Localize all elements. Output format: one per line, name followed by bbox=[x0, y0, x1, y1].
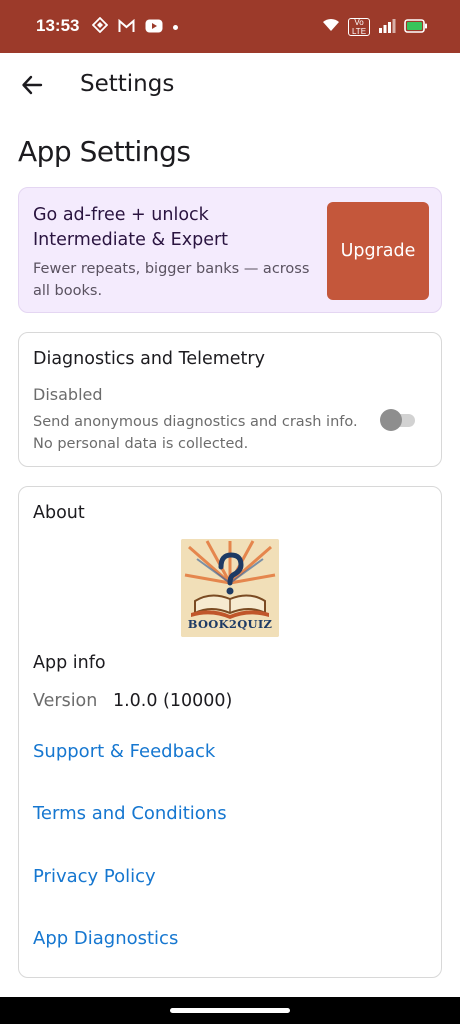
about-card: About BOOK2QUIZ App info Version 1.0.0 (… bbox=[18, 486, 442, 978]
dropbox-like-icon bbox=[91, 16, 109, 37]
app-bar: Settings bbox=[0, 53, 460, 119]
upgrade-card: Go ad-free + unlock Intermediate & Exper… bbox=[18, 187, 442, 313]
telemetry-status: Disabled bbox=[33, 385, 103, 404]
telemetry-card: Diagnostics and Telemetry Disabled Send … bbox=[18, 332, 442, 467]
app-bar-title: Settings bbox=[80, 71, 175, 97]
about-title: About bbox=[33, 503, 85, 523]
upgrade-subtext: Fewer repeats, bigger banks — across all… bbox=[33, 261, 310, 299]
version-label: Version bbox=[33, 691, 98, 711]
dot-icon bbox=[173, 24, 178, 30]
upgrade-headline: Go ad-free + unlock Intermediate & Exper… bbox=[33, 205, 229, 250]
home-indicator[interactable] bbox=[170, 1008, 290, 1013]
gesture-bar bbox=[0, 997, 460, 1024]
version-value: 1.0.0 (10000) bbox=[112, 691, 233, 711]
telemetry-toggle[interactable] bbox=[379, 409, 417, 431]
terms-link[interactable]: Terms and Conditions bbox=[33, 803, 227, 824]
upgrade-button[interactable]: Upgrade bbox=[327, 202, 429, 300]
wifi-icon bbox=[322, 17, 340, 37]
page-title: App Settings bbox=[18, 135, 191, 168]
app-logo: BOOK2QUIZ bbox=[181, 539, 279, 637]
telemetry-description: Send anonymous diagnostics and crash inf… bbox=[33, 414, 358, 452]
back-button[interactable] bbox=[14, 67, 50, 103]
status-time: 13:53 bbox=[36, 16, 80, 35]
telemetry-title: Diagnostics and Telemetry bbox=[33, 349, 265, 369]
logo-text: BOOK2QUIZ bbox=[187, 617, 273, 631]
support-feedback-link[interactable]: Support & Feedback bbox=[33, 741, 215, 762]
toggle-thumb bbox=[380, 409, 402, 431]
app-info-label: App info bbox=[33, 653, 106, 673]
status-bar: 13:53 Vo LTE bbox=[0, 0, 460, 53]
signal-icon bbox=[378, 18, 396, 37]
privacy-policy-link[interactable]: Privacy Policy bbox=[33, 866, 156, 887]
version-row: Version 1.0.0 (10000) bbox=[33, 691, 232, 711]
battery-icon bbox=[404, 18, 428, 37]
volte-icon: Vo LTE bbox=[348, 18, 370, 36]
youtube-icon bbox=[145, 18, 163, 37]
app-diagnostics-link[interactable]: App Diagnostics bbox=[33, 928, 178, 949]
gmail-icon bbox=[118, 18, 135, 37]
arrow-left-icon bbox=[22, 75, 43, 95]
